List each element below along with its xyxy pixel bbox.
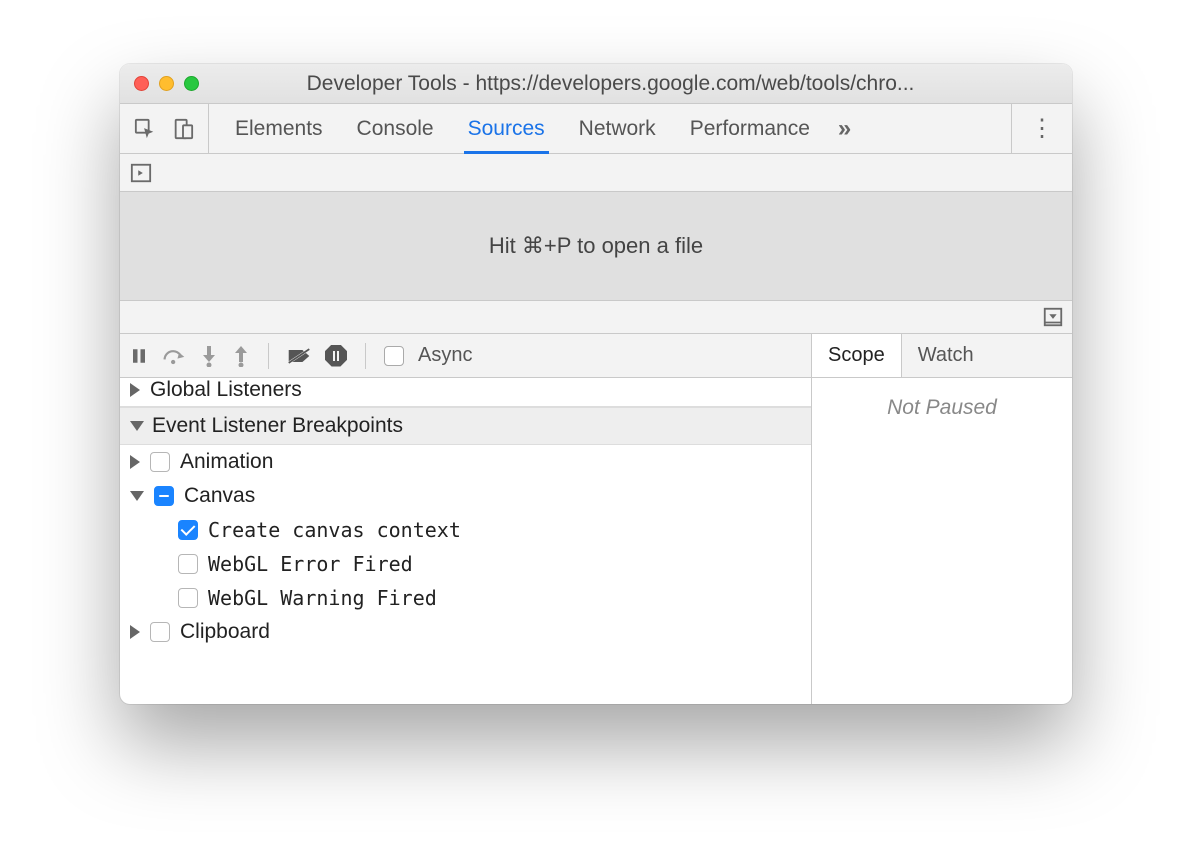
breakpoint-label: WebGL Warning Fired [208, 586, 437, 610]
chevron-right-icon [130, 383, 140, 397]
inspect-element-icon[interactable] [134, 118, 156, 140]
chevron-down-icon [130, 421, 144, 431]
pause-on-exceptions-icon[interactable] [325, 345, 347, 367]
global-listeners-section[interactable]: Global Listeners [120, 378, 811, 407]
tab-sources[interactable]: Sources [468, 104, 545, 153]
kebab-menu-icon[interactable]: ⋮ [1011, 104, 1072, 153]
category-canvas[interactable]: Canvas [120, 479, 811, 513]
breakpoint-label: WebGL Error Fired [208, 552, 413, 576]
category-label: Clipboard [180, 620, 270, 644]
category-label: Animation [180, 450, 273, 474]
checkbox-unchecked[interactable] [150, 452, 170, 472]
section-label: Global Listeners [150, 378, 302, 402]
tab-performance[interactable]: Performance [690, 104, 810, 153]
tab-network[interactable]: Network [579, 104, 656, 153]
drawer-strip [120, 300, 1072, 334]
step-into-icon[interactable] [200, 345, 218, 367]
devtools-window: Developer Tools - https://developers.goo… [120, 64, 1072, 704]
breakpoint-webgl-error-fired[interactable]: WebGL Error Fired [120, 547, 811, 581]
breakpoint-create-canvas-context[interactable]: Create canvas context [120, 513, 811, 547]
chevron-right-icon [130, 625, 140, 639]
scope-watch-pane: Scope Watch Not Paused [812, 334, 1072, 704]
async-checkbox[interactable] [384, 346, 404, 366]
checkbox-unchecked[interactable] [150, 622, 170, 642]
debugger-pane: Async Global Listeners Event Listener Br… [120, 334, 812, 704]
open-file-hint: Hit ⌘+P to open a file [120, 192, 1072, 300]
sources-subbar [120, 154, 1072, 192]
window-title: Developer Tools - https://developers.goo… [215, 72, 1062, 96]
tab-elements[interactable]: Elements [235, 104, 323, 153]
more-tabs-chevron-icon[interactable]: » [838, 115, 851, 143]
category-animation[interactable]: Animation [120, 445, 811, 479]
checkbox-indeterminate[interactable] [154, 486, 174, 506]
step-over-icon[interactable] [162, 346, 186, 366]
checkbox-unchecked[interactable] [178, 588, 198, 608]
category-clipboard[interactable]: Clipboard [120, 615, 811, 649]
tab-console[interactable]: Console [357, 104, 434, 153]
section-label: Event Listener Breakpoints [152, 414, 403, 438]
chevron-down-icon [130, 491, 144, 501]
window-controls [134, 76, 199, 91]
event-listener-breakpoints-section[interactable]: Event Listener Breakpoints [120, 407, 811, 445]
breakpoint-label: Create canvas context [208, 518, 461, 542]
checkbox-checked[interactable] [178, 520, 198, 540]
main-tabbar: Elements Console Sources Network Perform… [120, 104, 1072, 154]
not-paused-label: Not Paused [887, 396, 997, 420]
debug-toolbar: Async [120, 334, 811, 378]
minimize-window-button[interactable] [159, 76, 174, 91]
tab-scope[interactable]: Scope [812, 334, 902, 377]
checkbox-unchecked[interactable] [178, 554, 198, 574]
right-tabs: Scope Watch [812, 334, 1072, 378]
async-label: Async [418, 344, 472, 367]
lower-panes: Async Global Listeners Event Listener Br… [120, 334, 1072, 704]
titlebar: Developer Tools - https://developers.goo… [120, 64, 1072, 104]
breakpoints-tree: Global Listeners Event Listener Breakpoi… [120, 378, 811, 704]
category-label: Canvas [184, 484, 255, 508]
deactivate-breakpoints-icon[interactable] [287, 346, 311, 366]
step-out-icon[interactable] [232, 345, 250, 367]
tab-watch[interactable]: Watch [902, 334, 990, 377]
device-toolbar-icon[interactable] [172, 118, 194, 140]
expand-drawer-icon[interactable] [1042, 306, 1064, 328]
maximize-window-button[interactable] [184, 76, 199, 91]
pause-icon[interactable] [130, 347, 148, 365]
breakpoint-webgl-warning-fired[interactable]: WebGL Warning Fired [120, 581, 811, 615]
navigator-toggle-icon[interactable] [130, 162, 152, 184]
close-window-button[interactable] [134, 76, 149, 91]
chevron-right-icon [130, 455, 140, 469]
scope-body: Not Paused [812, 378, 1072, 704]
